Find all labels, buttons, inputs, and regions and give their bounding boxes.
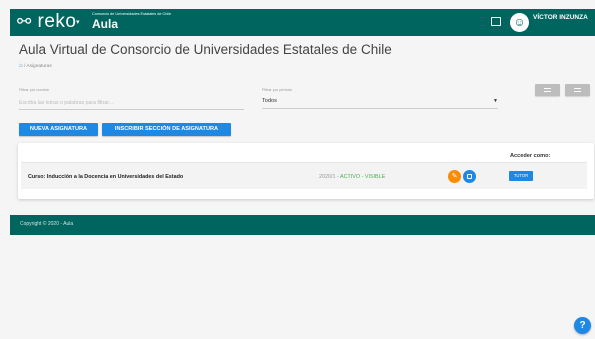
name-filter-input[interactable] xyxy=(19,96,244,110)
top-bar: ⚯ reko ▾ Consorcio de Universidades Esta… xyxy=(10,9,595,36)
table-row: Curso: Inducción a la Docencia en Univer… xyxy=(21,162,587,189)
view-list-icon xyxy=(544,88,551,92)
copy-icon xyxy=(467,174,472,179)
view-list-icon xyxy=(574,88,581,92)
course-period: 2020/1 xyxy=(319,174,336,180)
fullscreen-icon[interactable] xyxy=(491,17,501,26)
access-as-tutor-button[interactable]: TUTOR xyxy=(509,171,533,181)
user-name[interactable]: VÍCTOR INZUNZA xyxy=(533,14,588,21)
breadcrumb: ⌂ / Asignaturas xyxy=(19,63,52,69)
course-status: 2020/1 - ACTIVO - VISIBLE xyxy=(319,174,385,180)
view-list-button-1[interactable] xyxy=(535,84,560,96)
courses-card: Acceder como: Curso: Inducción a la Doce… xyxy=(18,143,594,199)
help-icon[interactable]: ? xyxy=(574,317,591,334)
period-filter-label: Filtrar por periodo xyxy=(262,88,292,92)
course-name: Curso: Inducción a la Docencia en Univer… xyxy=(28,174,184,180)
name-filter-label: Filtrar por nombre xyxy=(19,88,50,92)
copy-course-button[interactable] xyxy=(463,170,476,183)
period-select-value: Todos xyxy=(262,98,277,104)
footer: Copyright © 2020 - Aula xyxy=(10,215,595,235)
period-select[interactable]: Todos ▼ xyxy=(262,95,498,109)
new-course-button[interactable]: NUEVA ASIGNATURA xyxy=(19,123,98,136)
copyright-text: Copyright © 2020 - Aula xyxy=(20,221,74,227)
edit-course-button[interactable]: ✎ xyxy=(448,170,461,183)
breadcrumb-current: Asignaturas xyxy=(26,64,52,69)
pencil-icon: ✎ xyxy=(451,173,458,180)
enroll-section-button[interactable]: INSCRIBIR SECCIÓN DE ASIGNATURA xyxy=(102,123,231,136)
access-as-header: Acceder como: xyxy=(510,153,551,159)
chevron-down-icon: ▼ xyxy=(493,98,498,104)
link-chain-icon: ⚯ xyxy=(17,12,32,31)
page-title: Aula Virtual de Consorcio de Universidad… xyxy=(19,42,392,57)
smiley-avatar-icon[interactable]: ☺ xyxy=(510,13,529,32)
app-menu-chevron-down-icon[interactable]: ▾ xyxy=(76,18,80,26)
home-icon[interactable]: ⌂ xyxy=(19,63,23,69)
view-list-button-2[interactable] xyxy=(565,84,590,96)
status-badge: ACTIVO - VISIBLE xyxy=(340,174,386,180)
brand-title: Aula xyxy=(92,17,119,31)
logo-text: reko xyxy=(37,11,77,32)
reko-logo[interactable]: ⚯ reko xyxy=(17,11,77,33)
